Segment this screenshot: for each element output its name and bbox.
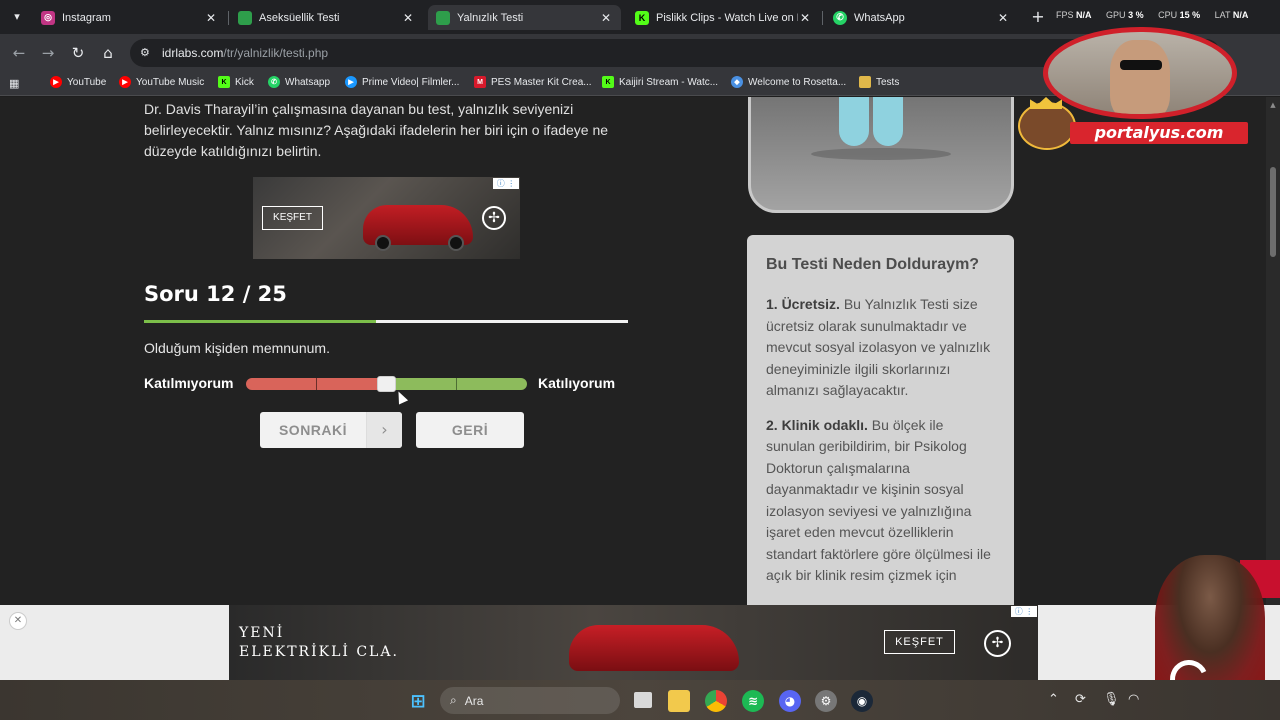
back-button[interactable]: GERİ [416,412,524,448]
ad-banner[interactable]: YENİ ELEKTRİKLİ CLA. KEŞFET ✢ ⓘ ⋮ [229,605,1038,680]
illustration-image [748,97,1014,213]
whatsapp-icon: ✆ [833,10,847,25]
idrlabs-icon [238,10,252,25]
forward-arrow-icon[interactable]: → [38,43,58,63]
tab-title: WhatsApp [854,11,905,24]
close-ad-icon[interactable]: ✕ [9,612,27,630]
ad-small-banner[interactable]: KEŞFET ✢ ⓘ ⋮ [253,177,520,259]
url-path: /tr/yalnizlik/testi.php [223,46,329,60]
ad-explore-button[interactable]: KEŞFET [262,206,323,230]
car-image [569,625,739,671]
apps-grid-icon[interactable]: ▦ [9,77,23,91]
stream-watermark: portalyus.com [1070,122,1248,144]
mouse-cursor-icon [393,389,409,405]
why-item-clinical: 2. Klinik odaklı. Bu ölçek ile sunulan g… [766,416,991,584]
tray-chevron-up-icon[interactable]: ⌃ [1048,692,1059,707]
why-item-free: 1. Ücretsiz. Bu Yalnızlık Testi size ücr… [766,296,991,398]
settings-gear-icon[interactable]: ⚙ [815,690,837,712]
bookmark-kick[interactable]: K Kick [218,76,254,88]
adchoices-icon[interactable]: ⓘ ⋮ [493,178,519,189]
tab-instagram[interactable]: ◎ Instagram ✕ [33,5,226,30]
youtube-icon: ▶ [50,76,62,88]
progress-fill [144,320,377,323]
chevron-right-icon: › [366,412,402,448]
close-icon[interactable]: ✕ [798,11,812,25]
reload-icon[interactable]: ↻ [68,43,88,63]
tab-search-icon[interactable]: ▾ [8,8,26,26]
kick-icon: K [635,10,649,25]
test-intro: Dr. Davis Tharayil’in çalışmasına dayana… [144,101,609,159]
tab-kick[interactable]: K Pislikk Clips - Watch Live on Kic ✕ [627,5,820,30]
task-view-icon[interactable] [634,692,652,708]
steam-icon[interactable]: ◉ [851,690,873,712]
tab-strip: ▾ ◎ Instagram ✕ Aseksüellik Testi ✕ Yaln… [0,0,1280,34]
search-icon: ⌕ [450,693,457,707]
whatsapp-icon: ✆ [268,76,280,88]
chrome-icon[interactable] [705,690,727,712]
folder-icon [859,76,871,88]
question-text: Olduğum kişiden memnunum. [144,340,330,356]
slider-thumb[interactable] [377,376,396,392]
close-icon[interactable]: ✕ [401,11,415,25]
bookmark-rosetta[interactable]: ◆ Welcome to Rosetta... [731,76,846,88]
kick-icon: K [218,76,230,88]
tab-title: Yalnızlık Testi [457,11,524,24]
webcam-overlay [1043,27,1237,119]
scale-label-agree: Katılıyorum [538,375,616,391]
close-icon[interactable]: ✕ [996,11,1010,25]
page-content: Dr. Davis Tharayil’in çalışmasına dayana… [0,97,1266,605]
file-explorer-icon[interactable] [668,690,690,712]
next-button[interactable]: SONRAKİ › [260,412,402,448]
bookmark-prime-video[interactable]: ▶ Prime Video| Filmler... [345,76,459,88]
ad-banner-text: YENİ ELEKTRİKLİ CLA. [239,625,399,660]
tab-title: Pislikk Clips - Watch Live on Kic [656,11,798,24]
tab-aseksuellik[interactable]: Aseksüellik Testi ✕ [230,5,423,30]
bookmark-youtube-music[interactable]: ▶ YouTube Music [119,76,204,88]
bookmark-whatsapp[interactable]: ✆ Whatsapp [268,76,330,88]
bookmark-kaijiri[interactable]: K Kaijiri Stream - Watc... [602,76,718,88]
windows-start-icon[interactable]: ⊞ [407,690,429,712]
home-icon[interactable]: ⌂ [98,43,118,63]
progress-bar [144,320,628,323]
url-host: idrlabs.com [162,46,224,60]
why-title: Bu Testi Neden Dolduraym? [766,256,980,273]
bookmark-pes-master[interactable]: M PES Master Kit Crea... [474,76,592,88]
new-tab-button[interactable]: + [1029,8,1047,26]
page-scrollbar[interactable]: ▲ [1266,97,1280,605]
performance-hud: FPS N/A GPU 3 % CPU 15 % LAT N/A [1056,10,1249,20]
bookmark-youtube[interactable]: ▶ YouTube [50,76,106,88]
discord-icon[interactable]: ◕ [779,690,801,712]
bookmark-tests-folder[interactable]: Tests [859,76,899,88]
scroll-thumb[interactable] [1270,167,1276,257]
prime-video-icon: ▶ [345,76,357,88]
microphone-icon[interactable]: 🎙︎ [1103,692,1120,707]
mercedes-logo-icon: ✢ [984,630,1011,657]
site-info-icon[interactable]: ⚙ [140,46,154,60]
mascot-avatar [1018,102,1076,150]
kick-icon: K [602,76,614,88]
question-counter: Soru 12 / 25 [144,282,287,306]
ad-banner-explore-button[interactable]: KEŞFET [884,630,955,654]
youtube-music-icon: ▶ [119,76,131,88]
tab-whatsapp[interactable]: ✆ WhatsApp ✕ [825,5,1018,30]
tab-title: Instagram [62,11,111,24]
taskbar-search[interactable]: ⌕ Ara [440,687,620,714]
pes-master-icon: M [474,76,486,88]
back-arrow-icon[interactable]: ← [9,43,29,63]
mercedes-logo-icon: ✢ [482,206,506,230]
instagram-icon: ◎ [41,10,55,25]
adchoices-icon[interactable]: ⓘ ⋮ [1011,606,1037,617]
close-icon[interactable]: ✕ [599,11,613,25]
wifi-icon[interactable]: ◠ [1128,692,1139,707]
close-icon[interactable]: ✕ [204,11,218,25]
idrlabs-icon [436,10,450,25]
sync-icon[interactable]: ⟳ [1075,692,1086,707]
scroll-up-icon[interactable]: ▲ [1268,101,1278,109]
why-take-test-panel: Bu Testi Neden Dolduraym? 1. Ücretsiz. B… [747,235,1014,605]
scale-label-disagree: Katılmıyorum [144,375,234,391]
rosetta-icon: ◆ [731,76,743,88]
spotify-icon[interactable]: ≋ [742,690,764,712]
tab-yalnizlik[interactable]: Yalnızlık Testi ✕ [428,5,621,30]
tab-title: Aseksüellik Testi [259,11,340,24]
